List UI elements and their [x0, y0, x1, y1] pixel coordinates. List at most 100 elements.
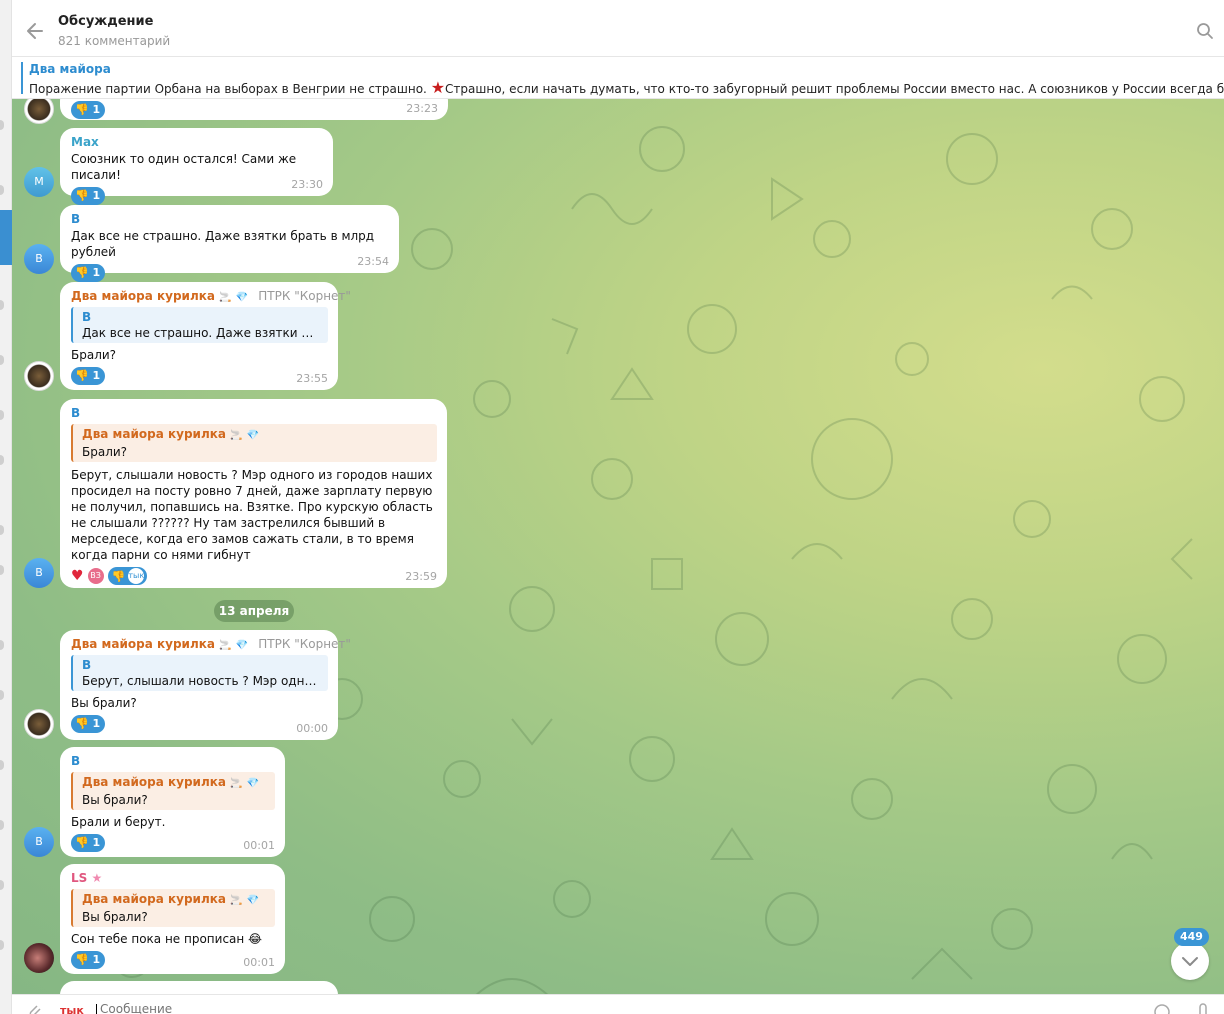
reaction-count: 1 [92, 266, 101, 279]
pinned-message[interactable]: Два майора Поражение партии Орбана на вы… [12, 57, 1224, 99]
chat-list-item[interactable] [0, 760, 4, 770]
thumbs-down-icon: 👎 [111, 569, 126, 583]
reaction-thumbs-down[interactable]: 👎 1 [71, 187, 106, 205]
microphone-icon[interactable] [1196, 1001, 1210, 1014]
scroll-to-bottom-button[interactable] [1171, 942, 1209, 980]
chat-list-item[interactable] [0, 185, 4, 195]
quote-author-name: Два майора курилка [82, 892, 226, 906]
reaction-thumbs-down[interactable]: 👎 1 [71, 951, 106, 969]
thumbs-down-icon: 👎 [75, 266, 89, 279]
cigarette-icon: 🚬 [230, 895, 243, 906]
date-separator: 13 апреля [214, 600, 294, 622]
quote-text: Дак все не страшно. Даже взятки брать... [82, 326, 320, 340]
reply-quote[interactable]: B Дак все не страшно. Даже взятки брать.… [71, 307, 328, 343]
avatar[interactable] [24, 361, 54, 391]
message-time: 23:30 [291, 178, 323, 191]
message-bubble[interactable]: B Два майора курилка 🚬 💎 Вы брали? Брали… [60, 747, 285, 857]
message-text: Сон тебе пока не прописан 😂 [71, 932, 263, 946]
quote-author: Два майора курилка 🚬 💎 [82, 891, 267, 909]
chat-list-item[interactable] [0, 355, 4, 365]
reaction-thumbs-down[interactable]: 👎 1 [71, 834, 106, 852]
cigarette-icon: 🚬 [219, 640, 232, 651]
composer-tag: тык [60, 1004, 84, 1014]
reaction-thumbs-down[interactable]: 👎 1 [71, 264, 106, 282]
message-author[interactable]: Два майора курилка 🚬 💎 ПТРК "Корнет" [71, 289, 351, 305]
avatar[interactable]: B [24, 558, 54, 588]
reaction-thumbs-down[interactable]: 👎 1 [71, 101, 106, 119]
search-icon[interactable] [1196, 22, 1214, 40]
thumbs-down-icon: 👎 [75, 103, 89, 116]
message-bubble[interactable]: Max Союзник то один остался! Сами же пис… [60, 128, 333, 205]
chat-list-item[interactable] [0, 880, 4, 890]
message-author[interactable]: Max [71, 135, 323, 151]
avatar[interactable] [24, 99, 54, 124]
chat-list-item[interactable] [0, 690, 4, 700]
message-author[interactable]: B [71, 754, 275, 770]
pinned-text: Поражение партии Орбана на выборах в Вен… [29, 78, 1224, 97]
selected-chat-indicator [0, 210, 12, 265]
attach-icon[interactable] [26, 1002, 42, 1014]
chat-title: Обсуждение [58, 14, 154, 29]
message-bubble[interactable]: B Дак все не страшно. Даже взятки брать … [60, 205, 399, 282]
avatar[interactable]: M [24, 167, 54, 197]
message-bubble[interactable]: B Два майора курилка 🚬 💎 Брали? Берут, с… [60, 399, 447, 588]
pinned-accent-bar [21, 62, 23, 94]
message-time: 23:54 [357, 255, 389, 268]
chat-list-item[interactable] [0, 640, 4, 650]
chat-header: Обсуждение 821 комментарий [12, 0, 1224, 57]
chat-list-item[interactable] [0, 820, 4, 830]
message-author[interactable]: LS ★ [71, 871, 275, 887]
message-author[interactable]: B [71, 406, 437, 422]
message-composer: тык [12, 994, 1224, 1014]
reaction-thumbs-down[interactable]: 👎 1 [71, 367, 106, 385]
back-arrow-icon[interactable] [24, 20, 46, 42]
quote-author: B [82, 658, 92, 672]
message-text: Дак все не страшно. Даже взятки брать в … [71, 229, 375, 259]
chat-list-item[interactable] [0, 565, 4, 575]
message-time: 23:23 [406, 102, 438, 115]
cigarette-icon: 🚬 [219, 292, 232, 303]
avatar[interactable] [24, 943, 54, 973]
message-bubble[interactable]: 👎 1 23:23 [60, 99, 448, 120]
message-list[interactable]: 👎 1 23:23 M Max Союзник то один остался!… [12, 99, 1224, 994]
reaction-thumbs-down[interactable]: 👎 1 [71, 715, 106, 733]
text-cursor [96, 1004, 97, 1014]
reaction-thumbs-down[interactable]: 👎 тык [107, 567, 148, 585]
message-author[interactable]: Два майора курилка 🚬 💎 ПТРК "Корнет" [71, 637, 351, 653]
thumbs-down-icon: 👎 [75, 717, 89, 730]
chat-list-item[interactable] [0, 410, 4, 420]
emoji-icon[interactable] [1152, 1002, 1172, 1014]
quote-text: Вы брали? [82, 910, 148, 924]
reply-quote[interactable]: Два майора курилка 🚬 💎 Вы брали? [71, 772, 275, 810]
pinned-text-part: Поражение партии Орбана на выборах в Вен… [29, 82, 427, 96]
message-bubble[interactable]: LS ★ Два майора курилка 🚬 💎 Вы брали? Со… [60, 864, 285, 974]
avatar[interactable]: B [24, 827, 54, 857]
reactor-avatar: ВЗ [87, 568, 104, 584]
thumbs-down-icon: 👎 [75, 836, 89, 849]
diamond-icon: 💎 [235, 640, 249, 651]
chat-list-strip[interactable] [0, 0, 12, 1014]
chat-list-item[interactable] [0, 300, 4, 310]
quote-author-name: Два майора курилка [82, 427, 226, 441]
chat-list-item[interactable] [0, 940, 4, 950]
message-bubble[interactable]: Два майора курилка 🚬 💎 ПТРК "Корнет" B Да… [60, 282, 351, 390]
reply-quote[interactable]: Два майора курилка 🚬 💎 Брали? [71, 424, 437, 462]
thumbs-down-icon: 👎 [75, 189, 89, 202]
thumbs-down-icon: 👎 [75, 369, 89, 382]
avatar[interactable] [24, 709, 54, 739]
chat-list-item[interactable] [0, 455, 4, 465]
reply-quote[interactable]: Два майора курилка 🚬 💎 Вы брали? [71, 889, 275, 927]
reply-quote[interactable]: B Берут, слышали новость ? Мэр одного ..… [71, 655, 328, 691]
reaction-count: 1 [92, 369, 101, 382]
message-author[interactable]: B [71, 212, 389, 228]
heart-icon[interactable]: ♥ [71, 568, 84, 584]
message-bubble[interactable] [60, 981, 338, 994]
quote-text: Брали? [82, 445, 128, 459]
pinned-text-part: Страшно, если начать думать, что кто-то … [445, 82, 1224, 96]
chat-list-item[interactable] [0, 120, 4, 130]
diamond-icon: 💎 [246, 430, 260, 441]
message-bubble[interactable]: Два майора курилка 🚬 💎 ПТРК "Корнет" B Бе… [60, 630, 351, 740]
chat-list-item[interactable] [0, 525, 4, 535]
avatar[interactable]: B [24, 244, 54, 274]
message-input[interactable] [100, 1002, 1000, 1014]
